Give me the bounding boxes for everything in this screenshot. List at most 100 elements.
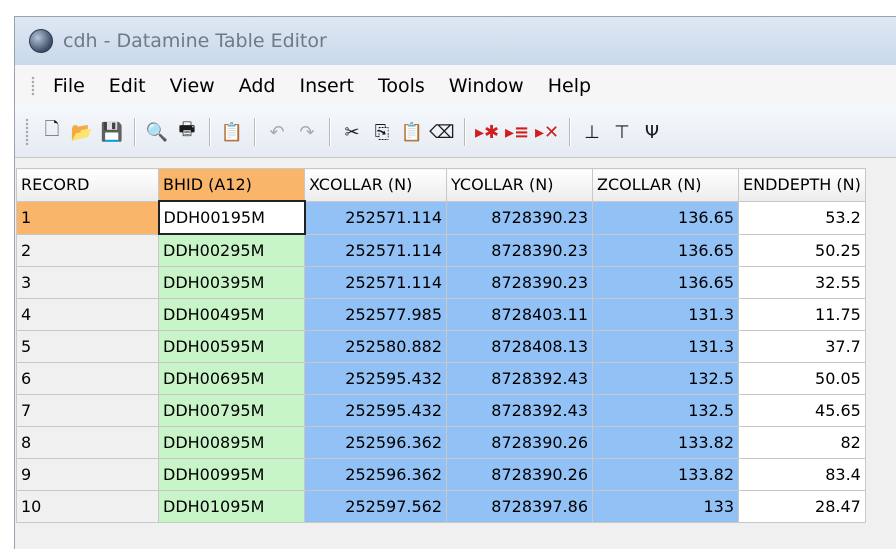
record-number-cell[interactable]: 8 — [16, 426, 159, 459]
table-cell[interactable]: DDH00695M — [158, 362, 305, 395]
table-cell[interactable]: 8728390.26 — [446, 458, 593, 491]
table-cell[interactable]: 252571.114 — [304, 200, 447, 235]
toolbar-separator — [254, 118, 255, 146]
table-row: 6 DDH00695M 252595.432 8728392.43 132.5 50.05 — [16, 362, 866, 395]
table-cell[interactable]: 252580.882 — [304, 330, 447, 363]
table-cell[interactable]: DDH00295M — [158, 233, 305, 267]
table-cell[interactable]: 252571.114 — [304, 233, 447, 267]
clear-icon[interactable]: ⌫ — [429, 118, 455, 146]
column-header[interactable]: ENDDEPTH (N) — [738, 168, 866, 202]
table-cell[interactable]: 133.82 — [592, 426, 739, 459]
table-cell[interactable]: 8728392.43 — [446, 394, 593, 427]
table-row: 1 DDH00195M 252571.114 8728390.23 136.65 53.2 — [16, 200, 866, 235]
toolbar-separator — [209, 118, 210, 146]
table-cell[interactable]: 45.65 — [738, 394, 866, 427]
record-number-cell[interactable]: 7 — [16, 394, 159, 427]
copy-icon[interactable]: ⎘ — [369, 118, 395, 146]
menu-add[interactable]: Add — [239, 75, 276, 97]
delete-field-icon[interactable]: Ψ — [639, 118, 665, 146]
table-cell[interactable]: 133 — [592, 490, 739, 523]
record-number-cell[interactable]: 2 — [16, 233, 159, 267]
record-number-cell[interactable]: 1 — [16, 200, 159, 235]
properties-icon[interactable]: 📋 — [219, 118, 245, 146]
table-cell[interactable]: 252595.432 — [304, 394, 447, 427]
table-cell[interactable]: 252596.362 — [304, 458, 447, 491]
table-cell[interactable]: 131.3 — [592, 298, 739, 331]
new-icon[interactable]: 🗋 — [39, 118, 65, 146]
column-header[interactable]: XCOLLAR (N) — [304, 168, 447, 202]
table-cell[interactable]: 8728403.11 — [446, 298, 593, 331]
column-header[interactable]: YCOLLAR (N) — [446, 168, 593, 202]
print-preview-icon[interactable]: 🔍 — [144, 118, 170, 146]
open-folder-icon[interactable]: 📂 — [69, 118, 95, 146]
column-header[interactable]: ZCOLLAR (N) — [592, 168, 739, 202]
paste-icon[interactable]: 📋 — [399, 118, 425, 146]
table-cell[interactable]: 32.55 — [738, 266, 866, 299]
table-cell[interactable]: 136.65 — [592, 233, 739, 267]
delete-record-icon[interactable]: ▸✕ — [534, 118, 560, 146]
table-cell[interactable]: 136.65 — [592, 200, 739, 235]
table-cell[interactable]: 132.5 — [592, 362, 739, 395]
table-cell[interactable]: DDH00595M — [158, 330, 305, 363]
record-number-cell[interactable]: 10 — [16, 490, 159, 523]
menu-help[interactable]: Help — [548, 75, 591, 97]
column-header[interactable]: RECORD — [16, 168, 159, 202]
table-cell[interactable]: 252596.362 — [304, 426, 447, 459]
table-row: 4 DDH00495M 252577.985 8728403.11 131.3 11.75 — [16, 298, 866, 331]
table-cell[interactable]: 50.25 — [738, 233, 866, 267]
table-cell[interactable]: 252577.985 — [304, 298, 447, 331]
table-cell[interactable]: 133.82 — [592, 458, 739, 491]
table-cell[interactable]: 136.65 — [592, 266, 739, 299]
record-number-cell[interactable]: 6 — [16, 362, 159, 395]
table-cell[interactable]: 252571.114 — [304, 266, 447, 299]
toolbar-grip-handle[interactable] — [25, 118, 29, 146]
menu-edit[interactable]: Edit — [109, 75, 146, 97]
menu-window[interactable]: Window — [449, 75, 524, 97]
table-cell[interactable]: 252595.432 — [304, 362, 447, 395]
insert-record-icon[interactable]: ▸✱ — [474, 118, 500, 146]
table-cell[interactable]: DDH00395M — [158, 266, 305, 299]
table-cell[interactable]: 11.75 — [738, 298, 866, 331]
data-grid: RECORD BHID (A12) XCOLLAR (N) YCOLLAR (N) ZC… — [16, 168, 866, 523]
table-cell[interactable]: 8728390.23 — [446, 200, 593, 235]
table-cell[interactable]: 8728392.43 — [446, 362, 593, 395]
menu-view[interactable]: View — [170, 75, 215, 97]
title-bar: cdh - Datamine Table Editor — [15, 17, 896, 65]
table-cell[interactable]: 82 — [738, 426, 866, 459]
insert-field-right-icon[interactable]: ⊤ — [609, 118, 635, 146]
table-cell[interactable]: 28.47 — [738, 490, 866, 523]
table-cell[interactable]: DDH00995M — [158, 458, 305, 491]
table-cell[interactable]: 37.7 — [738, 330, 866, 363]
cut-icon[interactable]: ✂ — [339, 118, 365, 146]
table-cell[interactable]: 83.4 — [738, 458, 866, 491]
record-number-cell[interactable]: 5 — [16, 330, 159, 363]
record-number-cell[interactable]: 9 — [16, 458, 159, 491]
table-cell[interactable]: 8728397.86 — [446, 490, 593, 523]
table-cell[interactable]: 8728390.26 — [446, 426, 593, 459]
table-cell[interactable]: DDH01095M — [158, 490, 305, 523]
insert-field-left-icon[interactable]: ⊥ — [579, 118, 605, 146]
table-cell[interactable]: 252597.562 — [304, 490, 447, 523]
record-number-cell[interactable]: 4 — [16, 298, 159, 331]
table-cell[interactable]: DDH00895M — [158, 426, 305, 459]
menu-file[interactable]: File — [53, 75, 85, 97]
column-header[interactable]: BHID (A12) — [158, 168, 305, 202]
table-cell[interactable]: 8728390.23 — [446, 266, 593, 299]
save-icon[interactable]: 💾 — [99, 118, 125, 146]
table-cell[interactable]: DDH00795M — [158, 394, 305, 427]
table-cell[interactable]: 132.5 — [592, 394, 739, 427]
table-cell[interactable]: 131.3 — [592, 330, 739, 363]
table-cell[interactable]: 8728390.23 — [446, 233, 593, 267]
table-cell[interactable]: DDH00195M — [157, 200, 306, 235]
table-cell[interactable]: 8728408.13 — [446, 330, 593, 363]
append-record-icon[interactable]: ▸≡ — [504, 118, 530, 146]
menu-insert[interactable]: Insert — [299, 75, 354, 97]
print-icon[interactable]: 🖶 — [174, 118, 200, 146]
menu-grip-handle[interactable] — [31, 76, 35, 96]
menu-tools[interactable]: Tools — [378, 75, 425, 97]
table-cell[interactable]: DDH00495M — [158, 298, 305, 331]
table-cell[interactable]: 53.2 — [738, 200, 866, 235]
window-title: cdh - Datamine Table Editor — [63, 30, 327, 52]
record-number-cell[interactable]: 3 — [16, 266, 159, 299]
table-cell[interactable]: 50.05 — [738, 362, 866, 395]
